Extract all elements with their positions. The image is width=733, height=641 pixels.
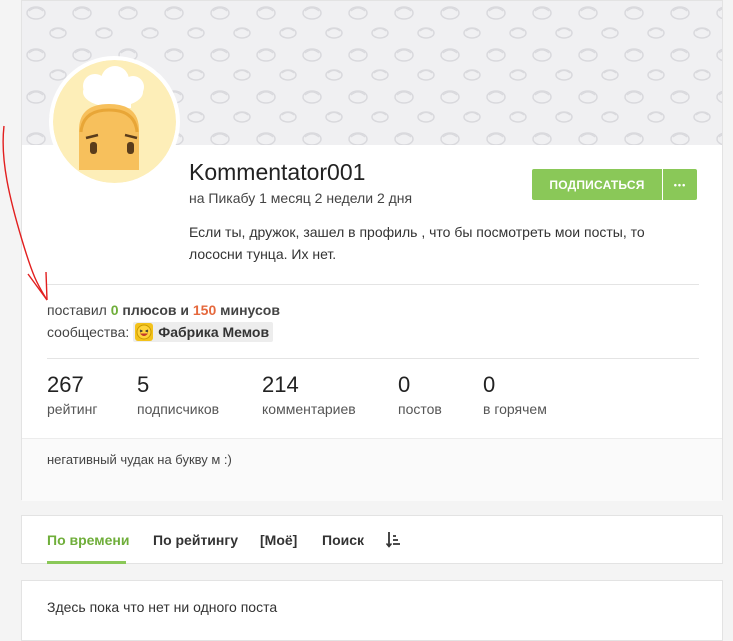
community-name: Фабрика Мемов [158, 324, 270, 340]
profile-card: Kommentator001 на Пикабу 1 месяц 2 недел… [21, 0, 723, 501]
tab-by-rating[interactable]: По рейтингу [153, 532, 238, 548]
username: Kommentator001 [189, 159, 366, 185]
profile-bio: Если ты, дружок, зашел в профиль , что б… [189, 224, 645, 262]
votes-summary: поставил 0 плюсов и 150 минусов [47, 302, 280, 318]
about-text: негативный чудак на букву м :) [47, 452, 232, 467]
votes-prefix: поставил [47, 302, 107, 318]
stat-label: рейтинг [47, 401, 98, 417]
community-chip[interactable]: Фабрика Мемов [133, 322, 274, 342]
stat-comments[interactable]: 214 комментариев [262, 372, 356, 417]
ellipsis-icon: ••• [673, 179, 687, 190]
more-options-button[interactable]: ••• [663, 169, 697, 200]
stat-posts[interactable]: 0 постов [398, 372, 442, 417]
communities-row: сообщества: Фабрика Мемов [47, 322, 274, 342]
stat-value: 214 [262, 372, 299, 397]
stat-value: 0 [398, 372, 411, 397]
empty-posts-message: Здесь пока что нет ни одного поста [47, 599, 278, 615]
subscribe-button[interactable]: ПОДПИСАТЬСЯ [532, 169, 662, 200]
about-section [22, 438, 722, 501]
stat-hot[interactable]: 0 в горячем [483, 372, 547, 417]
avatar[interactable] [49, 56, 180, 187]
stat-value: 5 [137, 372, 150, 397]
divider [47, 358, 699, 359]
minus-count: 150 [192, 302, 217, 318]
tab-by-time[interactable]: По времени [47, 532, 129, 548]
stat-label: постов [398, 401, 442, 417]
posts-list: Здесь пока что нет ни одного поста [21, 580, 723, 641]
stat-label: комментариев [262, 401, 356, 417]
stat-value: 267 [47, 372, 84, 397]
posts-tabs: По времени По рейтингу [Моё] Поиск [21, 515, 723, 564]
tab-mine[interactable]: [Моё] [260, 532, 297, 548]
stat-subscribers[interactable]: 5 подписчиков [137, 372, 219, 417]
tab-search[interactable]: Поиск [322, 532, 364, 548]
sort-icon[interactable] [385, 531, 402, 554]
stat-label: в горячем [483, 401, 547, 417]
active-tab-indicator [47, 561, 126, 564]
plus-count: 0 [110, 302, 119, 318]
minus-word: минусов [220, 302, 280, 318]
stat-rating: 267 рейтинг [47, 372, 97, 417]
divider [47, 284, 699, 285]
chef-toast-avatar-icon [53, 60, 176, 183]
member-since: на Пикабу 1 месяц 2 недели 2 дня [189, 190, 413, 206]
plus-word: плюсов и [122, 302, 189, 318]
stat-label: подписчиков [137, 401, 220, 417]
stat-value: 0 [483, 372, 496, 397]
laughing-emoji-icon [135, 323, 154, 341]
communities-label: сообщества: [47, 324, 130, 340]
